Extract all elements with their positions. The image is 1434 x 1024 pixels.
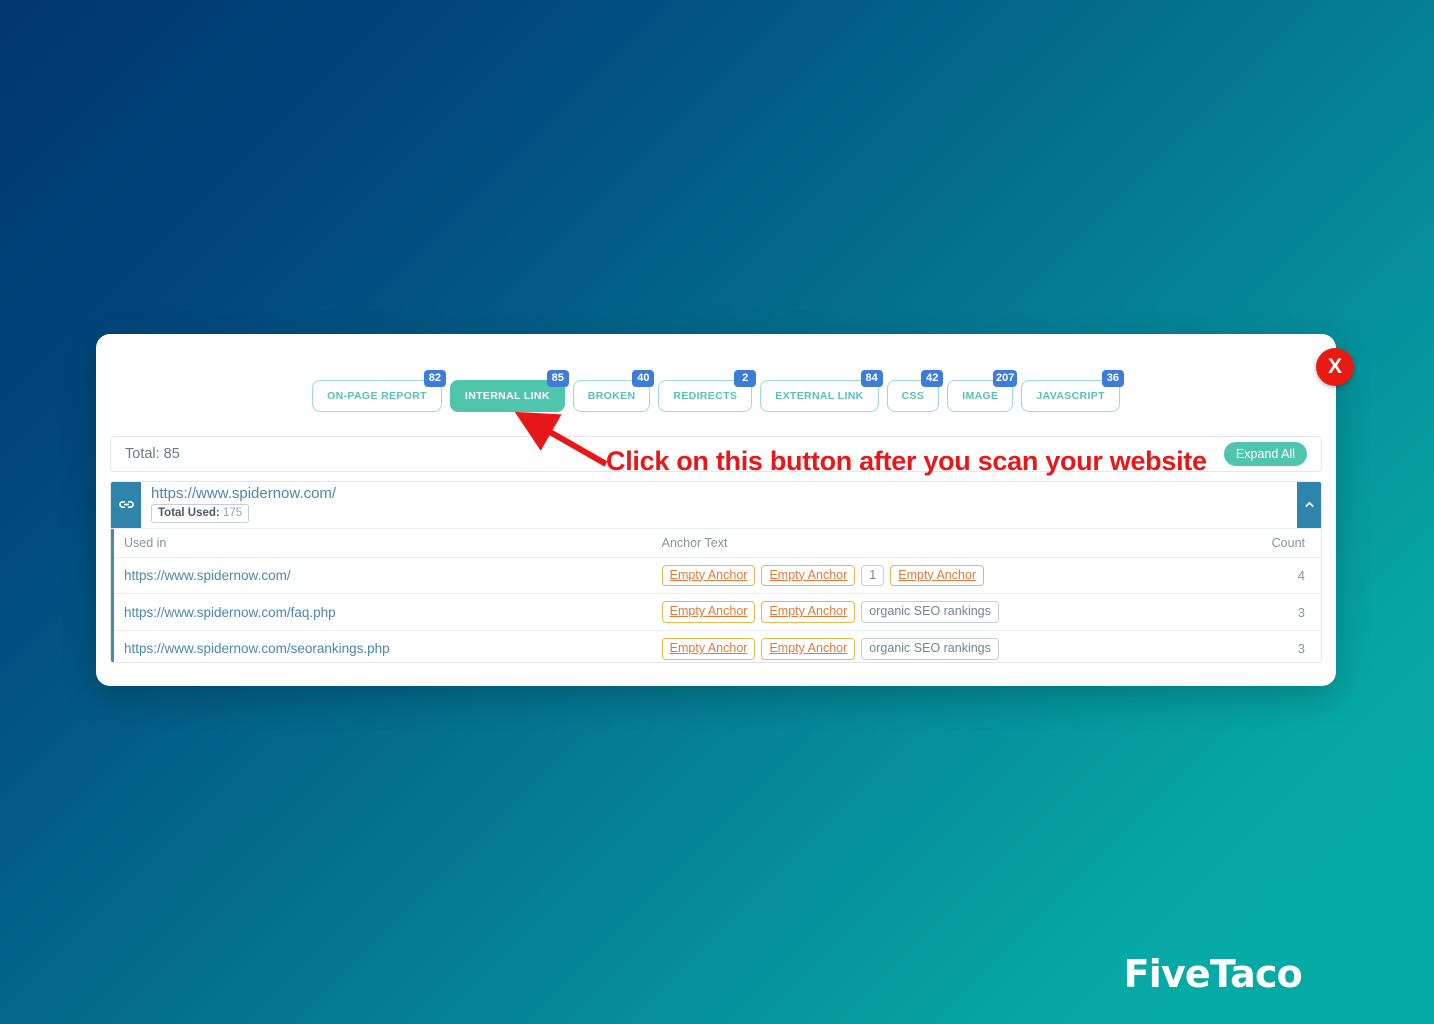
count-value: 4 [1297,567,1305,583]
tab-badge-count: 84 [860,370,883,387]
anchor-chip-empty[interactable]: Empty Anchor [661,564,756,587]
tab-label: BROKEN [587,390,636,402]
chevron-up-icon[interactable] [1297,481,1321,528]
cell-anchor-text: Empty Anchor Empty Anchor 1 Empty Anchor [651,557,1240,595]
annotation-text: Click on this button after you scan your… [606,446,1207,476]
column-header-used-in: Used in [112,528,652,558]
internal-link-report-modal: X ON-PAGE REPORT 82 INTERNAL LINK 85 BROKEN 4… [96,334,1354,686]
anchor-chip-empty[interactable]: Empty Anchor [761,638,856,660]
anchor-chip-neutral: organic SEO rankings [861,601,999,623]
anchor-chip-list: Empty Anchor Empty Anchor organic SEO rank… [661,638,1230,660]
cell-count: 3 [1239,593,1321,631]
tab-on-page-report[interactable]: ON-PAGE REPORT 82 [312,370,446,412]
tab-label: JAVASCRIPT [1036,390,1105,402]
anchor-chip-empty[interactable]: Empty Anchor [761,601,856,623]
tab-redirects[interactable]: REDIRECTS 2 [658,370,757,412]
fivetaco-logo: FiveTaco [1123,952,1303,996]
anchor-table-body: https://www.spidernow.com/Empty Anchor Em… [112,557,1321,662]
result-url-text[interactable]: https://www.spidernow.com/ [151,485,1297,503]
anchor-chip-empty[interactable]: Empty Anchor [661,638,756,660]
table-row: https://www.spidernow.com/Empty Anchor Em… [112,557,1321,595]
anchor-chip-neutral: organic SEO rankings [861,638,999,660]
tab-badge-count: 36 [1101,370,1124,387]
cell-anchor-text: Empty Anchor Empty Anchor organic SEO rank… [651,593,1240,631]
used-in-link[interactable]: https://www.spidernow.com/faq.php [124,605,336,620]
anchor-chip-list: Empty Anchor Empty Anchor 1 Empty Anchor [661,564,1230,587]
tab-label: INTERNAL LINK [464,390,550,402]
tab-external-link[interactable]: EXTERNAL LINK 84 [760,370,883,412]
column-header-anchor-text: Anchor Text [651,528,1240,558]
total-used-label: Total Used: [158,507,220,519]
tab-javascript[interactable]: JAVASCRIPT 36 [1021,370,1124,412]
anchor-chip-list: Empty Anchor Empty Anchor organic SEO rank… [661,601,1230,623]
cell-used-in: https://www.spidernow.com/ [112,557,652,595]
result-panel: https://www.spidernow.com/ Total Used: 1… [110,480,1322,663]
table-row: https://www.spidernow.com/seorankings.ph… [112,630,1321,662]
anchor-chip-empty[interactable]: Empty Anchor [890,564,985,587]
tab-label: ON-PAGE REPORT [327,390,427,402]
tab-label: REDIRECTS [673,390,738,402]
tab-label: IMAGE [962,390,999,402]
tab-image[interactable]: IMAGE 207 [947,370,1018,412]
count-value: 3 [1297,604,1305,620]
tab-badge-count: 2 [734,370,757,387]
close-icon[interactable]: X [1316,348,1354,386]
cell-count: 3 [1239,630,1321,662]
total-count-label: Total: 85 [125,445,180,462]
anchor-table: Used in Anchor Text Count https://www.sp… [111,528,1321,662]
expand-all-button[interactable]: Expand All [1223,441,1307,466]
table-header-row: Used in Anchor Text Count [112,528,1321,558]
tab-badge-count: 82 [423,370,446,387]
cell-anchor-text: Empty Anchor Empty Anchor organic SEO rank… [651,630,1240,662]
anchor-chip-empty[interactable]: Empty Anchor [761,564,856,587]
result-url-header[interactable]: https://www.spidernow.com/ Total Used: 1… [111,481,1321,529]
cell-count: 4 [1239,557,1321,595]
cell-used-in: https://www.spidernow.com/faq.php [112,593,652,631]
anchor-chip-neutral: 1 [861,564,885,587]
total-used-value: 175 [222,507,243,519]
link-icon [111,481,141,528]
table-row: https://www.spidernow.com/faq.php Empty A… [112,593,1321,631]
used-in-link[interactable]: https://www.spidernow.com/seorankings.ph… [124,641,390,656]
tab-badge-count: 207 [993,370,1018,387]
tab-label: CSS [901,390,925,402]
tab-internal-link[interactable]: INTERNAL LINK 85 [449,370,569,412]
column-header-count: Count [1239,528,1321,558]
count-value: 3 [1297,641,1305,657]
tab-badge-count: 42 [921,370,944,387]
tab-badge-count: 40 [632,370,655,387]
anchor-chip-empty[interactable]: Empty Anchor [661,601,756,623]
tab-label: EXTERNAL LINK [775,390,864,402]
used-in-link[interactable]: https://www.spidernow.com/ [124,568,291,583]
cell-used-in: https://www.spidernow.com/seorankings.ph… [112,630,652,662]
total-used-badge: Total Used: 175 [151,504,250,523]
tab-css[interactable]: CSS 42 [886,370,944,412]
tab-broken[interactable]: BROKEN 40 [572,370,655,412]
result-url-body: https://www.spidernow.com/ Total Used: 1… [141,482,1297,528]
tab-badge-count: 85 [546,370,569,387]
report-tab-bar: ON-PAGE REPORT 82 INTERNAL LINK 85 BROKEN 40 R… [96,334,1336,412]
